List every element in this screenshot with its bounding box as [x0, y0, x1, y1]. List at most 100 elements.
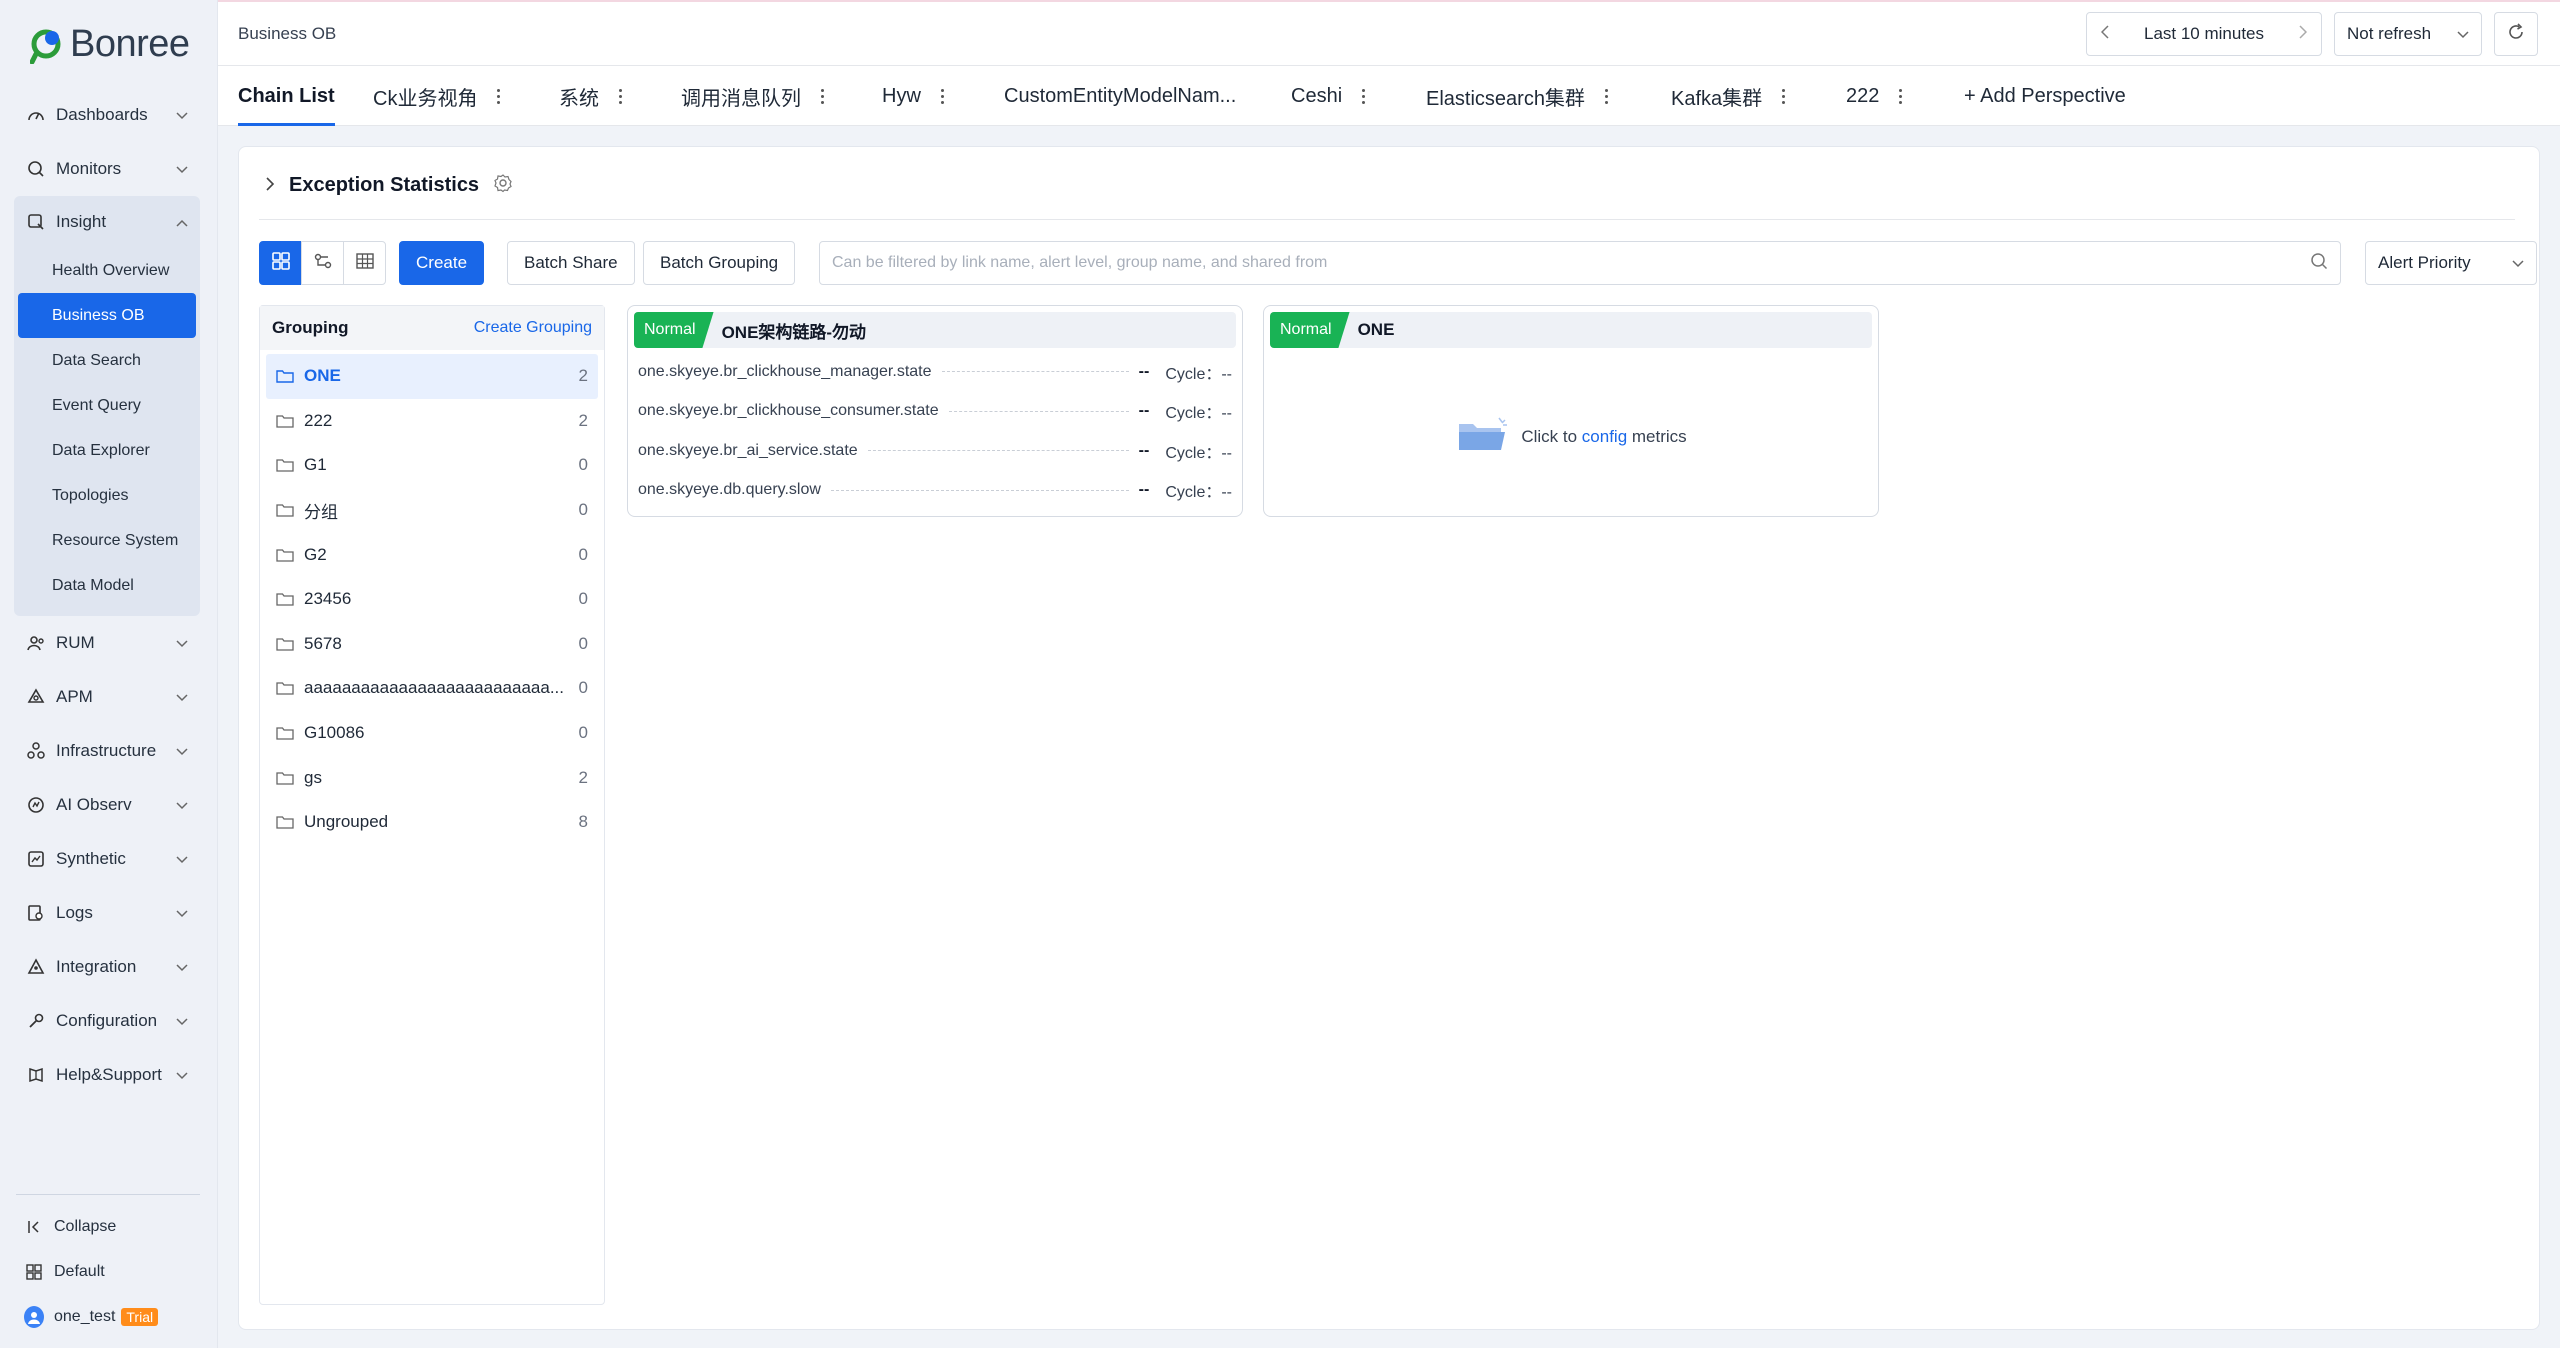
nav-integration[interactable]: Integration [14, 940, 200, 994]
more-icon[interactable] [1899, 88, 1903, 104]
chevron-down-icon [176, 105, 188, 125]
collapse-label: Collapse [54, 1217, 117, 1235]
group-item[interactable]: G2 0 [266, 532, 598, 577]
nav-help-support[interactable]: Help&Support [14, 1048, 200, 1102]
tab-label: Ck业务视角 [373, 87, 478, 110]
search-box[interactable] [819, 241, 2341, 285]
card-view-button[interactable] [259, 241, 302, 285]
chevron-right-icon[interactable] [265, 176, 275, 196]
batch-grouping-button[interactable]: Batch Grouping [643, 241, 796, 285]
nav-ai-observ[interactable]: AI Observ [14, 778, 200, 832]
logo[interactable]: Bonree [30, 20, 190, 68]
settings-icon[interactable] [493, 173, 513, 198]
group-item[interactable]: 5678 0 [266, 622, 598, 667]
more-icon[interactable] [619, 88, 622, 104]
tab-chain-list[interactable]: Chain List [238, 66, 335, 126]
group-item[interactable]: ONE 2 [266, 354, 598, 399]
breadcrumb: Business OB [238, 24, 337, 43]
help-icon [26, 1065, 46, 1085]
tab-hyw[interactable]: Hyw [882, 66, 944, 126]
group-item[interactable]: gs 2 [266, 755, 598, 800]
nav-label: APM [56, 687, 93, 706]
search-input[interactable] [832, 254, 2310, 272]
group-count: 0 [578, 544, 588, 564]
refresh-select[interactable]: Not refresh [2334, 12, 2482, 56]
sub-data-search[interactable]: Data Search [18, 338, 196, 383]
nav-dashboards[interactable]: Dashboards [14, 88, 200, 142]
more-icon[interactable] [1782, 88, 1786, 104]
link-card[interactable]: Normal ONE架构链路-勿动 one.skyeye.br_clickhou… [627, 305, 1243, 517]
group-item[interactable]: 23456 0 [266, 577, 598, 622]
nav-apm[interactable]: APM [14, 670, 200, 724]
tab-ceshi[interactable]: Ceshi [1291, 66, 1366, 126]
time-range-picker[interactable]: Last 10 minutes [2086, 12, 2322, 56]
group-name: 分组 [304, 502, 338, 522]
sub-data-model[interactable]: Data Model [18, 563, 196, 608]
group-item[interactable]: aaaaaaaaaaaaaaaaaaaaaaaaaa... 0 [266, 666, 598, 711]
metric-cycle: Cycle：-- [1165, 444, 1232, 462]
more-icon[interactable] [940, 88, 944, 104]
collapse-button[interactable]: Collapse [24, 1204, 204, 1249]
chevron-left-icon[interactable] [2100, 24, 2109, 44]
nav-monitors[interactable]: Monitors [14, 142, 200, 196]
empty-text: Click to config metrics [1521, 427, 1686, 447]
group-item[interactable]: 分组 0 [266, 488, 598, 533]
sub-business-ob[interactable]: Business OB [18, 293, 196, 338]
default-workspace-button[interactable]: Default [24, 1249, 204, 1294]
nav-insight[interactable]: Insight [14, 196, 200, 248]
alert-priority-label: Alert Priority [2378, 253, 2471, 272]
sub-resource-system[interactable]: Resource System [18, 518, 196, 563]
tab-message-queue[interactable]: 调用消息队列 [681, 66, 824, 126]
group-item[interactable]: 222 2 [266, 399, 598, 444]
tab-custom-entity[interactable]: CustomEntityModelNam... [1004, 66, 1236, 126]
create-button[interactable]: Create [399, 241, 485, 285]
more-icon[interactable] [1604, 88, 1608, 104]
add-perspective-button[interactable]: + Add Perspective [1964, 66, 2126, 126]
metric-value: -- [1138, 402, 1150, 420]
group-name: G2 [304, 544, 327, 564]
tab-label: Elasticsearch集群 [1426, 87, 1585, 110]
nav-synthetic[interactable]: Synthetic [14, 832, 200, 886]
tab-system[interactable]: 系统 [559, 66, 622, 126]
nav-configuration[interactable]: Configuration [14, 994, 200, 1048]
main-panel: Exception Statistics Create Batch Share … [238, 146, 2540, 1330]
nav-rum[interactable]: RUM [14, 616, 200, 670]
config-link[interactable]: config [1582, 427, 1627, 446]
monitor-icon [26, 159, 46, 179]
default-label: Default [54, 1262, 105, 1280]
create-grouping-link[interactable]: Create Grouping [474, 319, 592, 337]
table-view-button[interactable] [343, 241, 386, 285]
exception-statistics-header[interactable]: Exception Statistics [265, 173, 513, 198]
dotted-leader [941, 371, 1129, 373]
group-item[interactable]: G1 0 [266, 443, 598, 488]
user-menu[interactable]: one_test Trial [24, 1294, 204, 1339]
tab-ck[interactable]: Ck业务视角 [373, 66, 501, 126]
nav-infrastructure[interactable]: Infrastructure [14, 724, 200, 778]
apm-icon [26, 687, 46, 707]
sub-health-overview[interactable]: Health Overview [18, 248, 196, 293]
ai-observ-icon [26, 795, 46, 815]
tab-222[interactable]: 222 [1846, 66, 1903, 126]
link-card[interactable]: Normal ONE Click to config metrics [1263, 305, 1879, 517]
tab-kafka[interactable]: Kafka集群 [1671, 66, 1786, 126]
search-icon[interactable] [2310, 252, 2328, 275]
chevron-right-icon[interactable] [2299, 24, 2308, 44]
batch-share-button[interactable]: Batch Share [507, 241, 635, 285]
group-name: Ungrouped [304, 812, 389, 832]
more-icon[interactable] [1362, 88, 1366, 104]
chevron-down-icon [176, 633, 188, 653]
group-item[interactable]: Ungrouped 8 [266, 800, 598, 845]
reload-button[interactable] [2494, 12, 2538, 56]
alert-priority-select[interactable]: Alert Priority [2365, 241, 2537, 285]
tab-label: 222 [1846, 84, 1880, 107]
sub-topologies[interactable]: Topologies [18, 473, 196, 518]
more-icon[interactable] [821, 88, 824, 104]
group-item[interactable]: G10086 0 [266, 711, 598, 756]
sub-event-query[interactable]: Event Query [18, 383, 196, 428]
nav-logs[interactable]: Logs [14, 886, 200, 940]
sub-data-explorer[interactable]: Data Explorer [18, 428, 196, 473]
tab-elasticsearch[interactable]: Elasticsearch集群 [1426, 66, 1608, 126]
topology-view-button[interactable] [301, 241, 344, 285]
metric-cycle: Cycle：-- [1165, 365, 1232, 383]
more-icon[interactable] [497, 88, 501, 104]
